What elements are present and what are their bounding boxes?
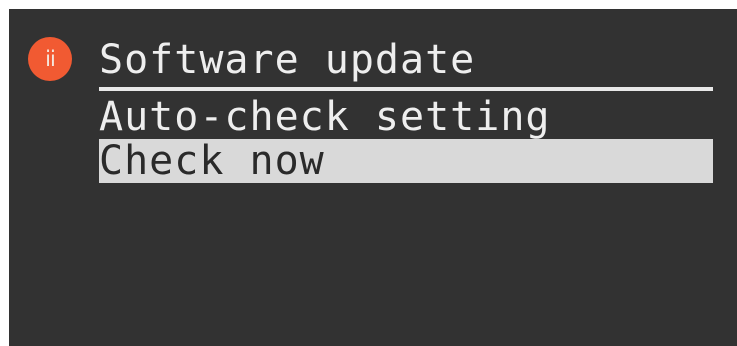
menu-list: Auto-check setting Check now bbox=[99, 95, 713, 183]
device-screen: ii Software update Auto-check setting Ch… bbox=[9, 9, 737, 346]
page-title: Software update bbox=[99, 37, 476, 83]
info-badge-label: ii bbox=[45, 47, 56, 71]
info-badge-icon: ii bbox=[28, 37, 72, 81]
menu-item-check-now[interactable]: Check now bbox=[99, 139, 713, 183]
title-divider bbox=[99, 87, 713, 91]
menu-item-auto-check-setting[interactable]: Auto-check setting bbox=[99, 95, 713, 139]
